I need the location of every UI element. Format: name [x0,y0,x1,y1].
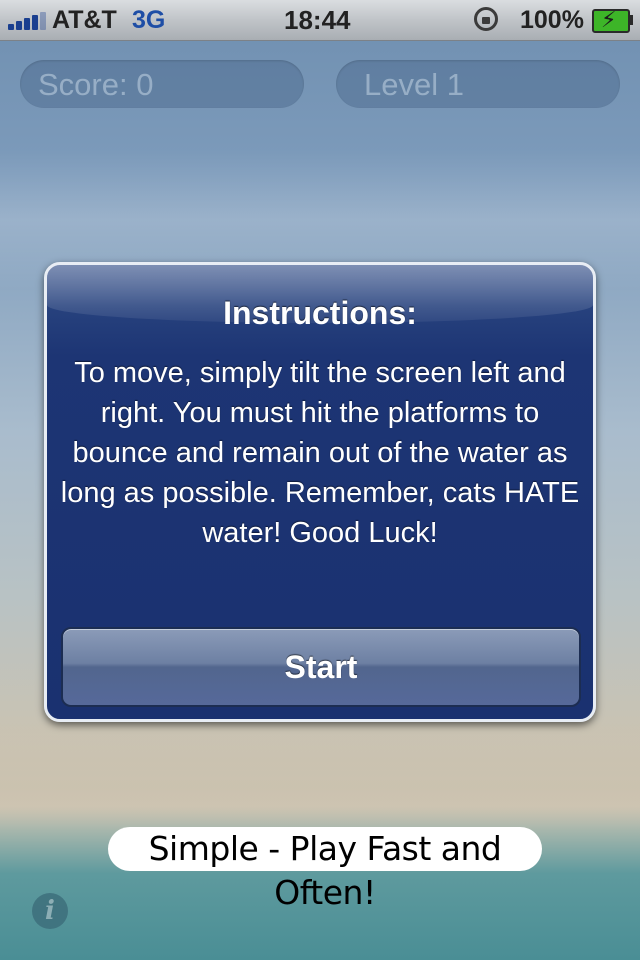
alert-message: To move, simply tilt the screen left and… [57,353,583,553]
alert-title: Instructions: [223,295,417,331]
level-display: Level 1 [336,60,620,108]
info-icon[interactable]: i [32,893,68,929]
alert-message-text: To move, simply tilt the screen left and… [60,357,580,549]
rotation-lock-icon [474,7,498,31]
battery-charging-icon: ⚡ [592,7,633,33]
carrier-name: AT&T [52,6,117,34]
score-display: Score: 0 [20,60,304,108]
network-type: 3G [132,6,166,34]
background-horizon [0,720,640,830]
start-button[interactable]: Start [61,627,581,707]
instructions-alert: Instructions: To move, simply tilt the s… [44,262,596,722]
tagline-label: Simple - Play Fast and Often! [108,827,542,912]
score-label: Score: 0 [38,67,154,102]
level-label: Level 1 [364,67,464,102]
battery-percent: 100% [520,6,584,34]
status-bar: AT&T 3G 18:44 100% ⚡ [0,0,640,41]
signal-bars-icon [8,10,48,30]
clock-time: 18:44 [284,5,351,35]
